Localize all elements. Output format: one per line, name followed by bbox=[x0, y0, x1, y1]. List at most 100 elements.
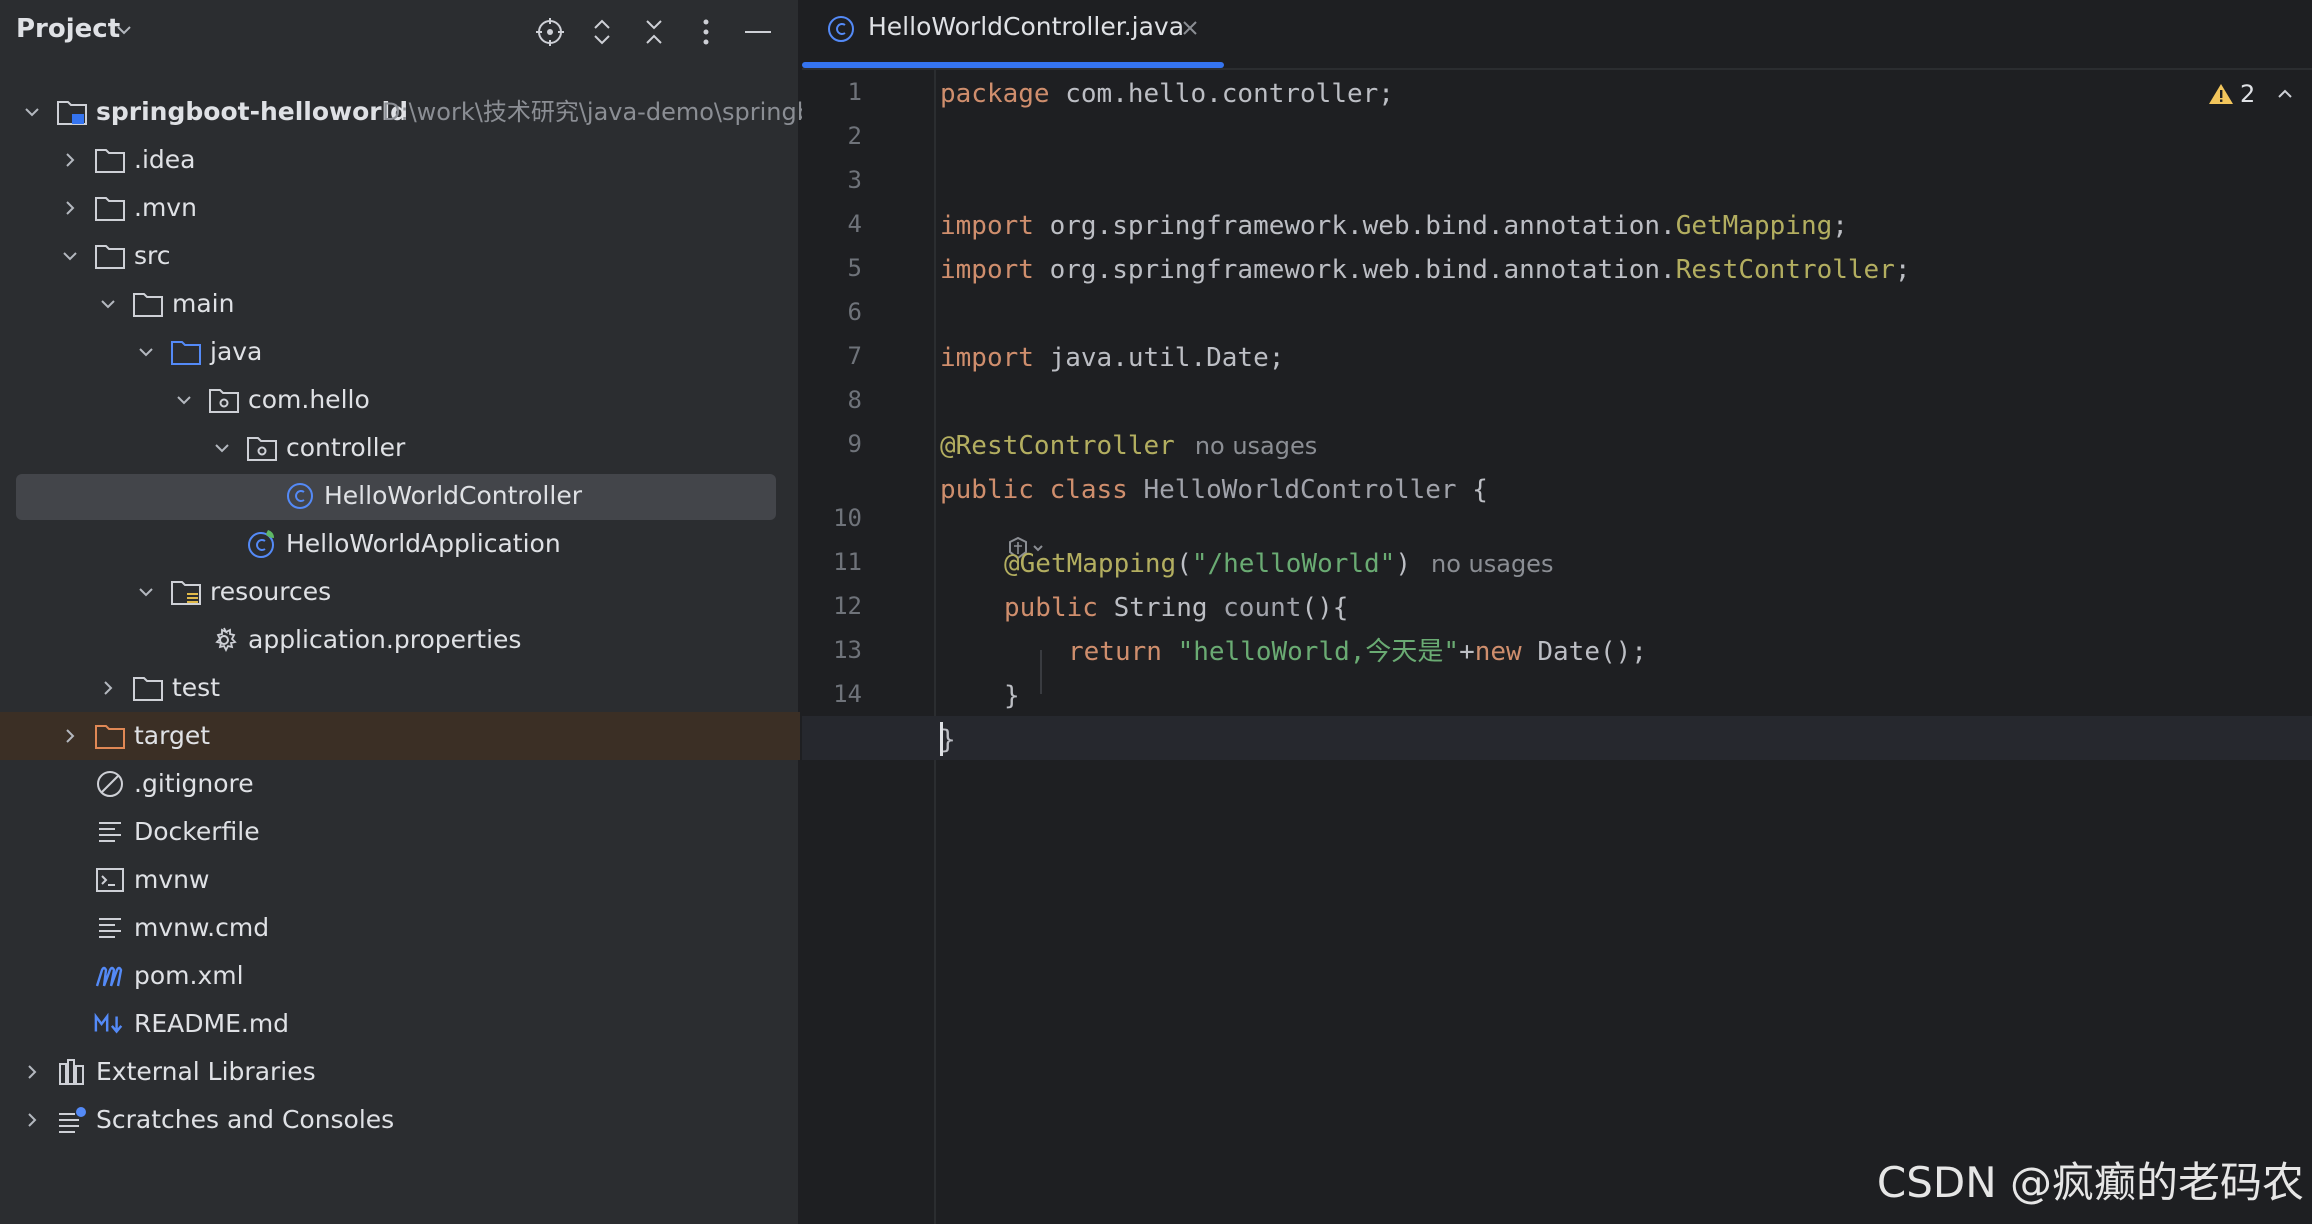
tree-item-springboot-helloworld[interactable]: springboot-helloworld D:\work\技术研究\java-… bbox=[0, 88, 812, 136]
chevron-right-icon[interactable] bbox=[58, 148, 82, 172]
chevron-down-icon[interactable] bbox=[112, 18, 136, 42]
tree-item-controller[interactable]: controller bbox=[0, 424, 800, 472]
spring-class-icon bbox=[246, 528, 278, 560]
tab-helloworldcontroller-java[interactable]: HelloWorldController.java bbox=[802, 0, 1224, 70]
usage-hint[interactable]: no usages bbox=[1431, 550, 1553, 578]
usage-hint[interactable]: no usages bbox=[1195, 432, 1317, 460]
options-menu-icon[interactable] bbox=[688, 14, 724, 50]
tree-item-main[interactable]: main bbox=[0, 280, 800, 328]
tree-item-mvnw-cmd[interactable]: mvnw.cmd bbox=[0, 904, 800, 952]
tree-item-label: mvnw.cmd bbox=[134, 913, 270, 942]
line-number: 2 bbox=[847, 122, 862, 150]
tree-item-external-libraries[interactable]: External Libraries bbox=[0, 1048, 800, 1096]
close-icon[interactable] bbox=[1178, 16, 1202, 40]
tree-item-helloworldcontroller[interactable]: HelloWorldController bbox=[0, 472, 800, 520]
collapse-all-icon[interactable] bbox=[636, 14, 672, 50]
code-editor[interactable]: HelloWorldController.java 1 2 3 4 5 6 7 … bbox=[802, 0, 2312, 1224]
resources-folder-icon bbox=[170, 576, 202, 608]
tree-item-label: mvnw bbox=[134, 865, 210, 894]
code-line: import org.springframework.web.bind.anno… bbox=[940, 211, 1848, 241]
class-icon bbox=[828, 16, 854, 42]
chevron-down-icon[interactable] bbox=[96, 292, 120, 316]
tree-item-label: Scratches and Consoles bbox=[96, 1105, 395, 1134]
project-title[interactable]: Project bbox=[16, 14, 120, 44]
line-number: 7 bbox=[847, 342, 862, 370]
tree-item-helloworldapplication[interactable]: HelloWorldApplication bbox=[0, 520, 800, 568]
folder-icon bbox=[94, 192, 126, 224]
code-line: package com.hello.controller; bbox=[940, 79, 1394, 109]
hide-panel-icon[interactable] bbox=[740, 14, 776, 50]
locate-icon[interactable] bbox=[532, 14, 568, 50]
tree-item-java[interactable]: java bbox=[0, 328, 800, 376]
excluded-folder-icon bbox=[94, 720, 126, 752]
chevron-down-icon[interactable] bbox=[20, 100, 44, 124]
tree-item-label: main bbox=[172, 289, 235, 318]
tree-item-label: src bbox=[134, 241, 171, 270]
line-number: 3 bbox=[847, 166, 862, 194]
warning-count: 2 bbox=[2240, 80, 2256, 108]
line-number: 12 bbox=[833, 592, 862, 620]
chevron-right-icon[interactable] bbox=[20, 1108, 44, 1132]
active-tab-indicator bbox=[802, 62, 1224, 68]
chevron-down-icon[interactable] bbox=[172, 388, 196, 412]
tree-item-gitignore[interactable]: .gitignore bbox=[0, 760, 800, 808]
package-icon bbox=[208, 384, 240, 416]
tree-item-label: HelloWorldController bbox=[324, 481, 582, 510]
libraries-icon bbox=[56, 1056, 88, 1088]
tree-item-label: HelloWorldApplication bbox=[286, 529, 561, 558]
tree-item-application-properties[interactable]: application.properties bbox=[0, 616, 800, 664]
tree-item-label: README.md bbox=[134, 1009, 290, 1038]
chevron-right-icon[interactable] bbox=[20, 1060, 44, 1084]
module-folder-icon bbox=[56, 96, 88, 128]
scratches-icon bbox=[56, 1104, 88, 1136]
line-number: 1 bbox=[847, 78, 862, 106]
tree-item-src[interactable]: src bbox=[0, 232, 800, 280]
folder-icon bbox=[94, 144, 126, 176]
tree-item-resources[interactable]: resources bbox=[0, 568, 800, 616]
tree-item-label: .idea bbox=[134, 145, 196, 174]
tree-item-pom-xml[interactable]: pom.xml bbox=[0, 952, 800, 1000]
watermark: CSDN @疯癫的老码农 bbox=[1876, 1158, 2304, 1207]
tree-item-test[interactable]: test bbox=[0, 664, 800, 712]
chevron-right-icon[interactable] bbox=[58, 196, 82, 220]
inspection-widget[interactable]: 2 bbox=[2208, 80, 2297, 108]
chevron-down-icon[interactable] bbox=[134, 340, 158, 364]
code-area[interactable]: package com.hello.controller; import org… bbox=[802, 70, 2312, 1224]
project-path: D:\work\技术研究\java-demo\springb bbox=[382, 98, 812, 126]
project-header: Project bbox=[0, 0, 800, 64]
tree-item-label: springboot-helloworld bbox=[96, 97, 409, 126]
gear-icon bbox=[208, 624, 240, 656]
tree-item-label: test bbox=[172, 673, 221, 702]
tree-item-dockerfile[interactable]: Dockerfile bbox=[0, 808, 800, 856]
tree-item-target[interactable]: target bbox=[0, 712, 800, 760]
chevron-down-icon[interactable] bbox=[210, 436, 234, 460]
chevron-up-icon[interactable] bbox=[2273, 82, 2297, 106]
tree-item-label: Dockerfile bbox=[134, 817, 260, 846]
tree-item-scratches-and-consoles[interactable]: Scratches and Consoles bbox=[0, 1096, 800, 1144]
tree-item-readme-md[interactable]: README.md bbox=[0, 1000, 800, 1048]
code-line: @GetMapping("/helloWorld") no usages bbox=[1004, 549, 1554, 579]
line-number: 4 bbox=[847, 210, 862, 238]
tree-item-label: java bbox=[210, 337, 263, 366]
code-line: import org.springframework.web.bind.anno… bbox=[940, 255, 1911, 285]
tree-item-label: application.properties bbox=[248, 625, 522, 654]
tree-item-mvn[interactable]: .mvn bbox=[0, 184, 800, 232]
tree-item-label: pom.xml bbox=[134, 961, 244, 990]
expand-all-icon[interactable] bbox=[584, 14, 620, 50]
text-caret bbox=[940, 722, 943, 756]
code-line: } bbox=[1004, 681, 1020, 711]
chevron-right-icon[interactable] bbox=[96, 676, 120, 700]
tree-item-idea[interactable]: .idea bbox=[0, 136, 800, 184]
code-line: public String count(){ bbox=[1004, 593, 1349, 623]
markdown-icon bbox=[94, 1008, 126, 1040]
code-line: import java.util.Date; bbox=[940, 343, 1285, 373]
chevron-right-icon[interactable] bbox=[58, 724, 82, 748]
text-file-icon bbox=[94, 816, 126, 848]
tree-item-mvnw[interactable]: mvnw bbox=[0, 856, 800, 904]
tree-item-label: External Libraries bbox=[96, 1057, 316, 1086]
tree-item-label: target bbox=[134, 721, 211, 750]
editor-tab-bar: HelloWorldController.java bbox=[802, 0, 2312, 70]
chevron-down-icon[interactable] bbox=[58, 244, 82, 268]
tree-item-com-hello[interactable]: com.hello bbox=[0, 376, 800, 424]
chevron-down-icon[interactable] bbox=[134, 580, 158, 604]
